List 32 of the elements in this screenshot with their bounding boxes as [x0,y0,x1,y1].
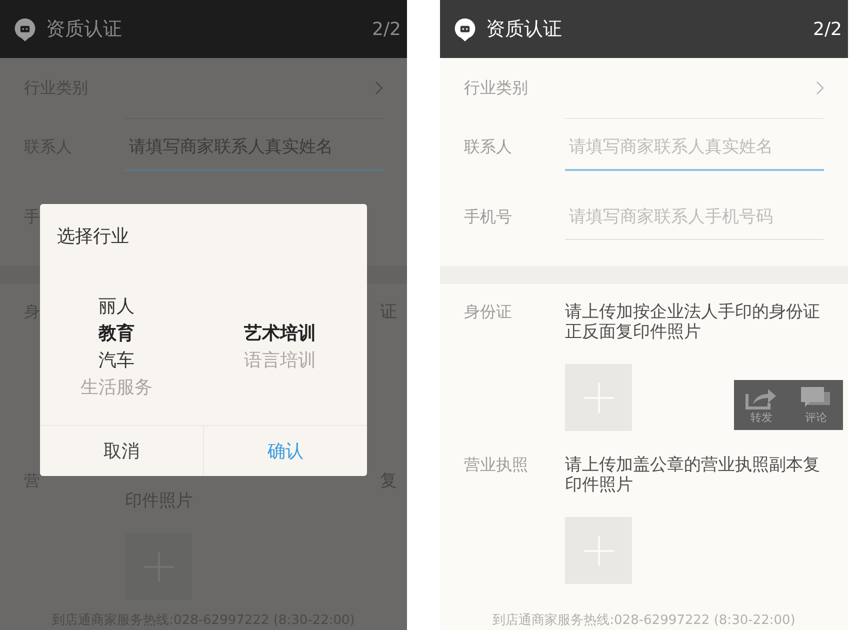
instruction-text: 印件照片 [565,475,633,495]
chat-bubble-icon [14,16,36,42]
upload-button[interactable] [565,517,632,584]
field-label: 联系人 [464,137,513,158]
instruction-text: 请上传加按企业法人手印的身份证 [565,302,820,322]
chat-bubble-icon [454,16,476,42]
picker-option[interactable]: 汽车 [98,347,134,374]
page-title: 资质认证 [486,17,563,42]
instruction-text: 正反面复印件照片 [565,322,701,342]
chevron-right-icon[interactable] [375,81,383,95]
comment-icon[interactable] [800,386,832,410]
action-label: 评论 [804,410,827,424]
dialog-title: 选择行业 [56,225,130,248]
input-field[interactable]: 请填写商家联系人真实姓名 [565,137,824,171]
picker-option[interactable]: 教育 [98,320,134,347]
picker-option[interactable]: 艺术培训 [244,320,316,347]
step-counter: 2/2 [372,18,401,40]
field-label: 营业执照 [464,455,529,476]
chevron-right-icon[interactable] [816,81,824,95]
plus-icon [584,536,614,566]
field-label: 身份证 [464,302,513,323]
field-label: 行业类别 [464,78,528,98]
picker-option[interactable]: 丽人 [98,293,134,320]
plus-icon [584,382,614,412]
page-title: 资质认证 [46,17,123,42]
action-label: 转发 [750,410,772,424]
hotline-text: 到店通商家服务热线:028-62997222 (8:30-22:00) [492,612,796,630]
step-counter: 2/2 [813,18,842,40]
field-label: 手机号 [464,207,513,228]
instruction-text: 请上传加盖公章的营业执照副本复 [565,455,820,475]
cancel-button[interactable]: 取消 [40,426,203,476]
upload-button[interactable] [565,364,632,431]
